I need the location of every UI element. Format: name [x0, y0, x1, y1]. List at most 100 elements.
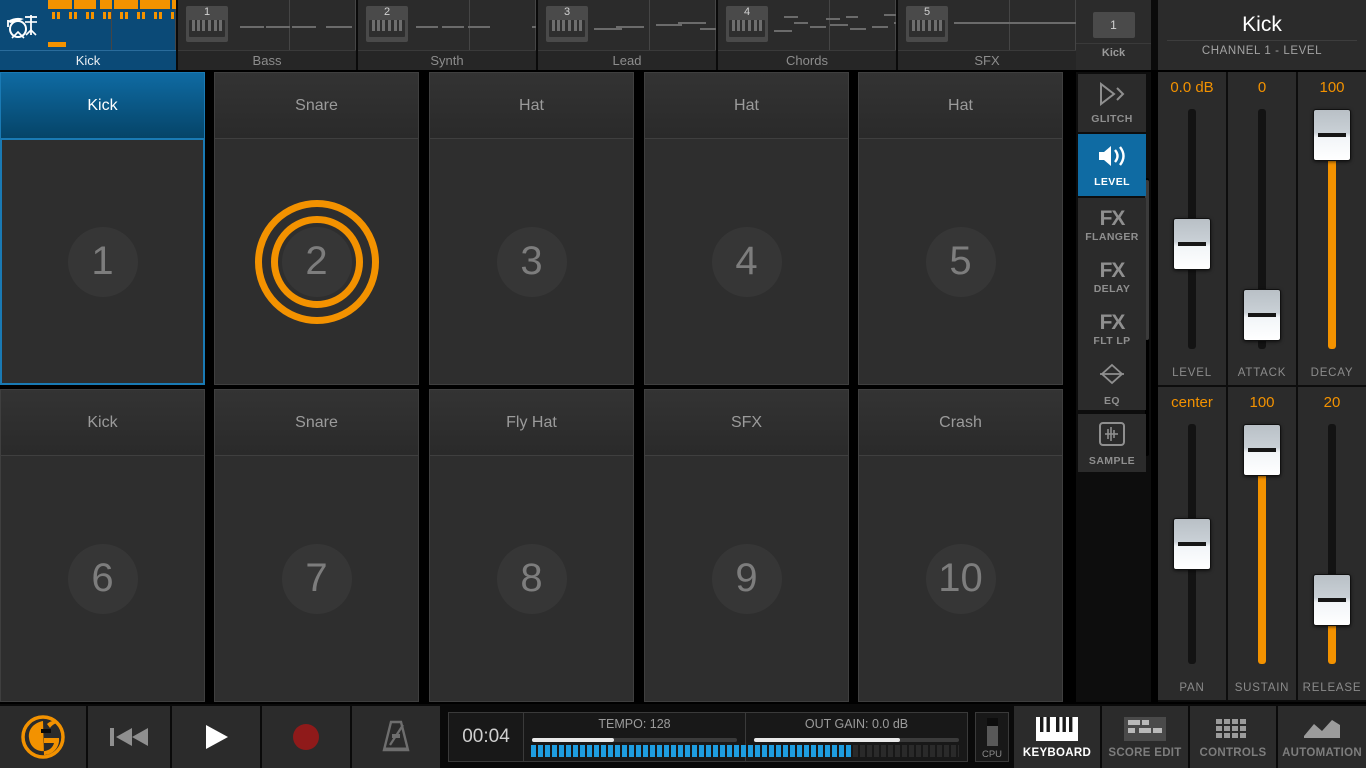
view-button-score-edit[interactable]: SCORE EDIT: [1102, 706, 1188, 768]
track-chords[interactable]: 4Chords: [718, 0, 896, 70]
fx-button-label: EQ: [1104, 395, 1120, 407]
pad-4[interactable]: Hat 4: [644, 72, 849, 385]
pad-label[interactable]: Hat: [429, 72, 634, 138]
record-button[interactable]: [262, 706, 350, 768]
note-pattern: [898, 0, 1076, 50]
instrument-title: Kick: [1242, 13, 1282, 37]
slider-knob[interactable]: [1313, 574, 1351, 626]
track-sfx[interactable]: 5SFX: [898, 0, 1076, 70]
view-button-controls[interactable]: CONTROLS: [1190, 706, 1276, 768]
slider-knob[interactable]: [1173, 218, 1211, 270]
pad-face[interactable]: 6: [0, 455, 205, 702]
pad-8[interactable]: Fly Hat8: [429, 389, 634, 702]
fx-button-flanger[interactable]: FXFLANGER: [1078, 198, 1146, 254]
playback-progress-meter[interactable]: [531, 745, 959, 757]
cpu-label: CPU: [976, 749, 1008, 760]
track-synth[interactable]: 2Synth: [358, 0, 536, 70]
parameter-panel: 0.0 dBLEVEL0ATTACK100DECAYcenterPAN100SU…: [1158, 72, 1366, 702]
view-button-automation[interactable]: AUTOMATION: [1278, 706, 1366, 768]
track-kick[interactable]: Kick: [0, 0, 176, 70]
parameter-value: 0.0 dB: [1158, 79, 1226, 96]
pad-face[interactable]: 8: [429, 455, 634, 702]
fx-button-label: LEVEL: [1094, 176, 1130, 188]
track-clip-area[interactable]: 1: [178, 0, 356, 50]
parameter-value: center: [1158, 394, 1226, 411]
fx-button-flt-lp[interactable]: FXFLT LP: [1078, 302, 1146, 358]
slider-knob[interactable]: [1243, 289, 1281, 341]
channel-number: 1: [1093, 12, 1135, 38]
pad-label[interactable]: Snare: [214, 72, 419, 138]
pad-face[interactable]: 7: [214, 455, 419, 702]
view-button-keyboard[interactable]: KEYBOARD: [1014, 706, 1100, 768]
pad-number: 4: [712, 227, 782, 297]
tempo-slider-track[interactable]: [532, 738, 737, 742]
pad-3[interactable]: Hat3: [429, 72, 634, 385]
track-clip-area[interactable]: [0, 0, 176, 50]
track-clip-area[interactable]: 4: [718, 0, 896, 50]
pad-10[interactable]: Crash10: [858, 389, 1063, 702]
pad-label[interactable]: Crash: [858, 389, 1063, 455]
slider-knob[interactable]: [1243, 424, 1281, 476]
parameter-label: ATTACK: [1228, 367, 1296, 379]
pad-label[interactable]: Kick: [0, 389, 205, 455]
parameter-level[interactable]: 0.0 dBLEVEL: [1158, 72, 1226, 385]
fx-button-label: DELAY: [1094, 283, 1131, 295]
fx-button-sample[interactable]: SAMPLE: [1078, 414, 1146, 472]
pad-label[interactable]: SFX: [644, 389, 849, 455]
instrument-header[interactable]: Kick CHANNEL 1 - LEVEL: [1158, 0, 1366, 70]
pad-7[interactable]: Snare7: [214, 389, 419, 702]
metronome-button[interactable]: [352, 706, 440, 768]
transport-info-panel: 00:04 TEMPO: 128 OUT GAIN: 0.0 dB: [448, 712, 968, 762]
channel-head[interactable]: 1 Kick: [1076, 0, 1151, 70]
fx-button-eq[interactable]: EQ: [1078, 358, 1146, 410]
grasshopper-logo-icon: [17, 714, 69, 760]
slider-track[interactable]: [1328, 424, 1336, 664]
parameter-pan[interactable]: centerPAN: [1158, 387, 1226, 700]
parameter-value: 20: [1298, 394, 1366, 411]
pad-label[interactable]: Hat: [858, 72, 1063, 138]
parameter-decay[interactable]: 100DECAY: [1298, 72, 1366, 385]
pad-9[interactable]: SFX9: [644, 389, 849, 702]
rewind-icon: [104, 723, 154, 751]
pad-6[interactable]: Kick6: [0, 389, 205, 702]
fx-button-glitch[interactable]: GLITCH: [1078, 74, 1146, 132]
track-clip-area[interactable]: 3: [538, 0, 716, 50]
app-logo-button[interactable]: [0, 706, 86, 768]
track-clip-area[interactable]: 2: [358, 0, 536, 50]
pad-face[interactable]: 5: [858, 138, 1063, 385]
note-pattern: [718, 0, 896, 50]
parameter-attack[interactable]: 0ATTACK: [1228, 72, 1296, 385]
fx-button-delay[interactable]: FX DELAY: [1078, 250, 1146, 306]
pad-column: Hat5Crash10: [858, 72, 1063, 702]
track-lead[interactable]: 3Lead: [538, 0, 716, 70]
pad-label[interactable]: Fly Hat: [429, 389, 634, 455]
parameter-sustain[interactable]: 100SUSTAIN: [1228, 387, 1296, 700]
channel-short-label: Kick: [1076, 43, 1151, 59]
fx-icon: FX: [1100, 261, 1125, 281]
fx-rail: GLITCH LEVEL FXFLANGER FX DELAY FXFLT LP EQ SAM…: [1076, 72, 1151, 702]
track-bass[interactable]: 1Bass: [178, 0, 356, 70]
pad-face[interactable]: 1: [0, 138, 205, 385]
pad-face[interactable]: 2: [214, 138, 419, 385]
pad-face[interactable]: 10: [858, 455, 1063, 702]
slider-knob[interactable]: [1313, 109, 1351, 161]
pad-2[interactable]: Snare2: [214, 72, 419, 385]
pad-1[interactable]: Kick1: [0, 72, 205, 385]
play-button[interactable]: [172, 706, 260, 768]
pad-label[interactable]: Hat: [644, 72, 849, 138]
rewind-button[interactable]: [88, 706, 170, 768]
pad-label[interactable]: Kick: [0, 72, 205, 138]
pad-label[interactable]: Snare: [214, 389, 419, 455]
pad-face[interactable]: 4: [644, 138, 849, 385]
slider-knob[interactable]: [1173, 518, 1211, 570]
pad-face[interactable]: 3: [429, 138, 634, 385]
fx-button-level[interactable]: LEVEL: [1078, 134, 1146, 196]
parameter-row: centerPAN100SUSTAIN20 RELEASE: [1158, 387, 1366, 700]
parameter-label: RELEASE: [1298, 682, 1366, 694]
pad-face[interactable]: 9: [644, 455, 849, 702]
parameter-label: SUSTAIN: [1228, 682, 1296, 694]
pad-5[interactable]: Hat5: [858, 72, 1063, 385]
parameter-release[interactable]: 20 RELEASE: [1298, 387, 1366, 700]
out-gain-slider-track[interactable]: [754, 738, 959, 742]
track-clip-area[interactable]: 5: [898, 0, 1076, 50]
